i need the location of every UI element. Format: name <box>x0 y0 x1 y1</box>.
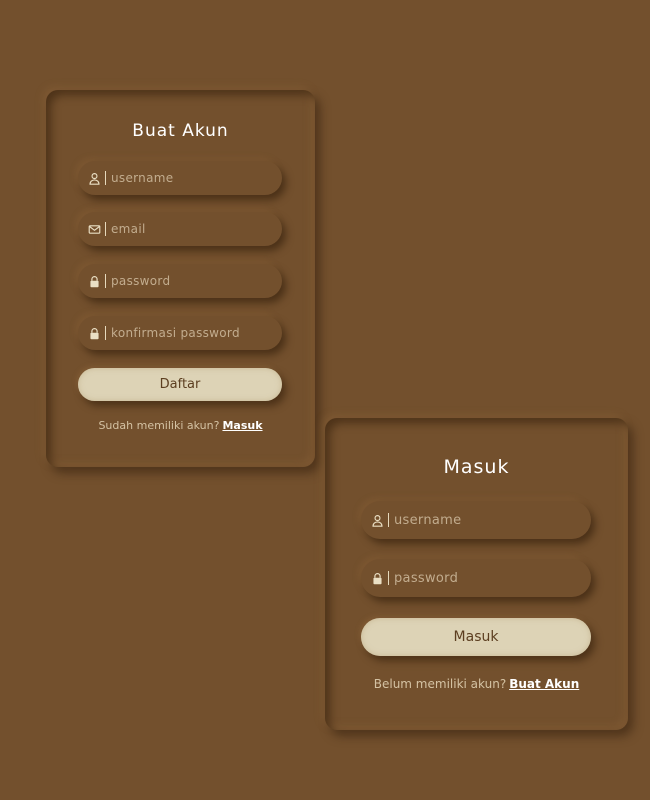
register-email-field[interactable] <box>78 212 282 246</box>
mail-icon <box>88 223 101 236</box>
register-username-field[interactable] <box>78 161 282 195</box>
lock-icon <box>371 572 384 585</box>
input-divider <box>388 513 389 527</box>
input-divider <box>105 274 106 288</box>
login-link[interactable]: Masuk <box>222 419 262 432</box>
register-confirm-password-field[interactable] <box>78 316 282 350</box>
register-email-input[interactable] <box>111 222 282 236</box>
input-divider <box>105 222 106 236</box>
register-footer: Sudah memiliki akun? Masuk <box>46 419 315 432</box>
input-divider <box>105 326 106 340</box>
register-button[interactable]: Daftar <box>78 368 282 401</box>
login-footer-text: Belum memiliki akun? <box>373 677 507 691</box>
register-title: Buat Akun <box>132 121 229 141</box>
input-divider <box>388 571 389 585</box>
login-password-field[interactable] <box>361 559 591 597</box>
login-title: Masuk <box>443 456 510 478</box>
login-password-input[interactable] <box>394 570 591 586</box>
login-username-field[interactable] <box>361 501 591 539</box>
lock-icon <box>88 275 101 288</box>
login-button[interactable]: Masuk <box>361 618 591 656</box>
lock-icon <box>88 327 101 340</box>
register-confirm-password-input[interactable] <box>111 326 282 340</box>
login-username-input[interactable] <box>394 512 591 528</box>
register-username-input[interactable] <box>111 171 282 185</box>
login-card: Masuk Masuk Belum memiliki akun?Buat Aku… <box>325 418 628 730</box>
register-password-input[interactable] <box>111 274 282 288</box>
register-password-field[interactable] <box>78 264 282 298</box>
register-card: Buat Akun Daftar Sudah memiliki akun?Mas… <box>46 90 315 467</box>
user-icon <box>371 514 384 527</box>
register-link[interactable]: Buat Akun <box>509 677 579 691</box>
login-footer: Belum memiliki akun? Buat Akun <box>325 677 628 691</box>
input-divider <box>105 171 106 185</box>
user-icon <box>88 172 101 185</box>
register-footer-text: Sudah memiliki akun? <box>98 419 220 432</box>
